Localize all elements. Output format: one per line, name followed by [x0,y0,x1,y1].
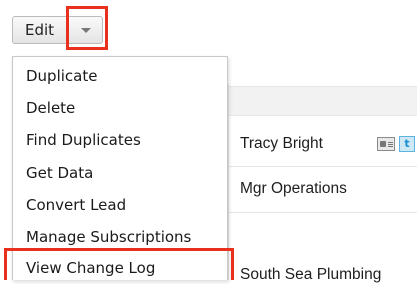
divider [229,212,417,213]
menu-item-get-data[interactable]: Get Data [26,161,93,185]
record-title: Mgr Operations [240,180,347,197]
menu-item-convert-lead[interactable]: Convert Lead [26,193,126,217]
record-name[interactable]: Tracy Bright [240,135,323,153]
menu-item-manage-subscriptions[interactable]: Manage Subscriptions [26,225,191,249]
twitter-icon[interactable]: t [399,136,415,152]
record-account[interactable]: South Sea Plumbing [240,266,381,284]
edit-button[interactable]: Edit [12,16,66,44]
highlight-box-view-change-log [4,248,234,280]
record-header-bar [229,86,417,116]
menu-item-duplicate[interactable]: Duplicate [26,64,97,88]
menu-item-delete[interactable]: Delete [26,96,75,120]
menu-item-find-duplicates[interactable]: Find Duplicates [26,128,141,152]
highlight-box-caret [66,6,108,50]
vcard-icon[interactable] [377,137,395,151]
divider [229,166,417,167]
actions-menu: Duplicate Delete Find Duplicates Get Dat… [12,56,228,280]
